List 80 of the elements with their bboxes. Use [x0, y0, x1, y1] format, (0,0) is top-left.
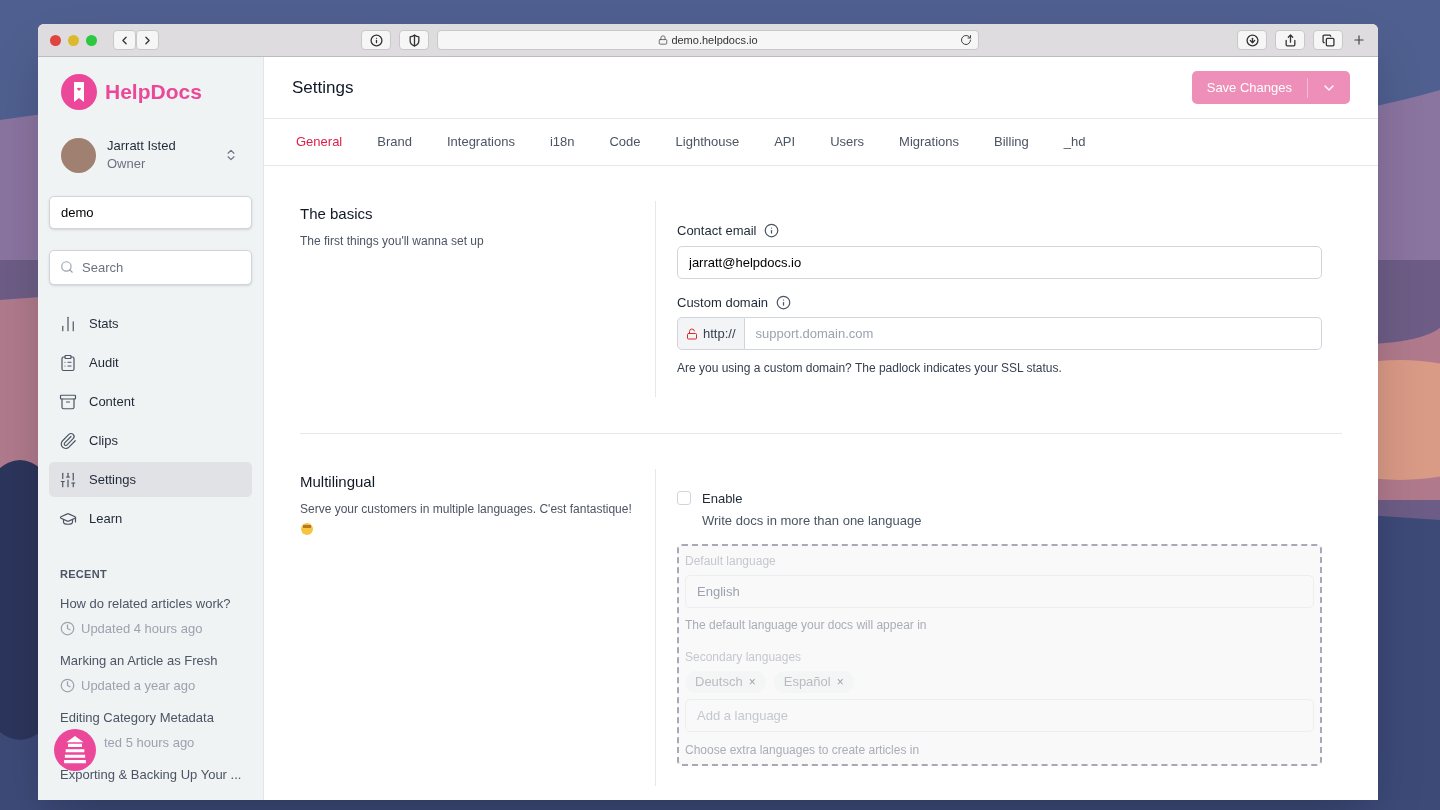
workspace-field[interactable]: demo: [49, 196, 252, 229]
help-text: The default language your docs will appear in: [685, 617, 928, 634]
section-description: Serve your customers in multiple languages. C'est fantastique!: [300, 500, 632, 518]
nav-item[interactable]: Settings: [49, 462, 252, 497]
paperclip-icon: [59, 431, 77, 450]
user-role: Owner: [107, 155, 147, 173]
close-window-button[interactable]: [50, 34, 61, 46]
tab[interactable]: Users: [830, 132, 865, 152]
info-icon[interactable]: [776, 294, 792, 310]
help-text: Are you using a custom domain? The padlock indicates your SSL status.: [677, 360, 1063, 377]
tabs-overview-button[interactable]: [1313, 30, 1343, 50]
address-bar[interactable]: demo.helpdocs.io: [437, 30, 979, 50]
updated-time: Updated a year ago: [81, 677, 196, 695]
tab[interactable]: Billing: [994, 132, 1029, 152]
search-icon: [60, 260, 74, 274]
section-title: The basics: [300, 204, 374, 224]
field-label: Contact email: [677, 222, 757, 240]
nav-item[interactable]: Stats: [49, 306, 252, 341]
chat-launcher-icon[interactable]: [54, 729, 96, 771]
avatar: [61, 137, 96, 173]
clipboard-icon: [59, 353, 77, 372]
emoji-icon: [300, 521, 314, 536]
url-text: demo.helpdocs.io: [671, 32, 758, 48]
clock-icon: [60, 678, 75, 694]
logo-icon: [61, 74, 97, 110]
sliders-icon: [59, 470, 77, 489]
lock-icon: [658, 35, 669, 45]
nav-item[interactable]: Clips: [49, 423, 252, 458]
tab[interactable]: Code: [609, 132, 641, 152]
tab[interactable]: API: [774, 132, 796, 152]
tab[interactable]: Integrations: [446, 132, 515, 152]
user-name: Jarratt Isted: [107, 137, 177, 155]
section-title: Multilingual: [300, 472, 377, 492]
protocol-prefix: http://: [703, 324, 736, 343]
recent-article-link[interactable]: How do related articles work?: [60, 593, 252, 613]
updated-time: ted 5 hours ago: [104, 734, 195, 752]
tab[interactable]: _hd: [1063, 132, 1086, 152]
info-icon[interactable]: [764, 223, 780, 239]
checkbox[interactable]: [677, 491, 691, 505]
tab[interactable]: Migrations: [899, 132, 960, 152]
recent-article-link[interactable]: Editing Category Metadata: [60, 707, 252, 727]
updated-time: Updated 4 hours ago: [81, 620, 203, 638]
bar-chart-icon: [59, 314, 77, 333]
section-heading: RECENT: [59, 567, 108, 582]
search-field[interactable]: Search: [49, 250, 252, 285]
tab[interactable]: Lighthouse: [675, 132, 740, 152]
checkbox-label: Enable: [702, 490, 744, 508]
section-description: The first things you'll wanna set up: [300, 232, 485, 250]
shield-extension-button[interactable]: [399, 30, 429, 50]
back-button[interactable]: [113, 30, 136, 50]
reload-icon[interactable]: [960, 34, 972, 46]
share-icon: [1283, 33, 1297, 47]
downloads-button[interactable]: [1237, 30, 1267, 50]
field-label: Custom domain: [677, 293, 769, 312]
share-button[interactable]: [1275, 30, 1305, 50]
forward-button[interactable]: [136, 30, 159, 50]
checkbox-description: Write docs in more than one language: [702, 511, 922, 530]
box-icon: [59, 392, 77, 411]
shield-icon: [407, 33, 421, 47]
padlock-icon: [686, 327, 698, 340]
help-text: Choose extra languages to create articles in: [685, 742, 921, 759]
recent-article-link[interactable]: Marking an Article as Fresh: [60, 650, 252, 670]
language-chip: Deutsch ×: [685, 671, 766, 693]
tab[interactable]: Brand: [377, 132, 412, 152]
password-extension-button[interactable]: [361, 30, 391, 50]
recent-article-link[interactable]: Exporting & Backing Up Your ...: [60, 764, 252, 784]
nav-item[interactable]: Content: [49, 384, 252, 419]
domain-field[interactable]: support.domain.com: [744, 317, 1322, 350]
language-chip: Español ×: [773, 671, 854, 693]
logo-text: HelpDocs: [105, 79, 202, 106]
new-tab-icon[interactable]: [1352, 33, 1366, 47]
page-title: Settings: [292, 76, 354, 99]
tabs-icon: [1321, 33, 1335, 47]
email-field[interactable]: jarratt@helpdocs.io: [677, 245, 1322, 279]
clock-icon: [60, 621, 75, 637]
nav-item[interactable]: Learn: [49, 501, 252, 536]
tab[interactable]: i18n: [549, 132, 575, 152]
download-icon: [1245, 33, 1259, 47]
nav-item[interactable]: Audit: [49, 345, 252, 380]
tab[interactable]: General: [296, 132, 343, 152]
